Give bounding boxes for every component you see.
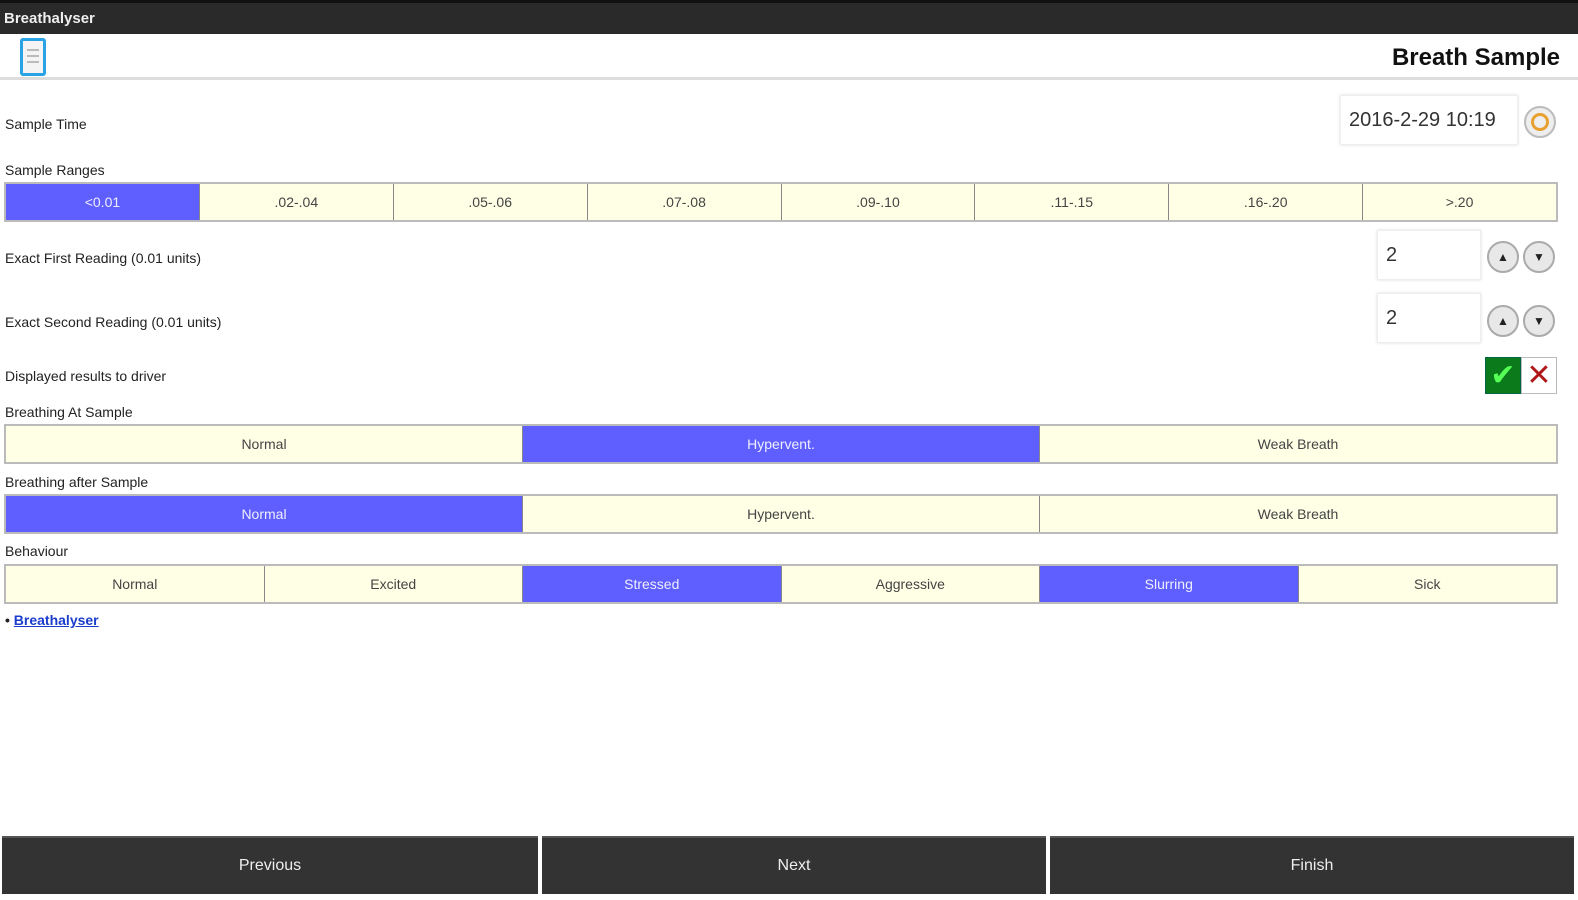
second-reading-value: 2 <box>1386 306 1398 329</box>
previous-button[interactable]: Previous <box>2 836 538 894</box>
option-sample-ranges[interactable]: .16-.20 <box>1169 184 1364 220</box>
first-reading-label: Exact First Reading (0.01 units) <box>5 250 202 266</box>
breathing-at-label: Breathing At Sample <box>5 404 133 420</box>
finish-button[interactable]: Finish <box>1050 836 1574 894</box>
option-sample-ranges[interactable]: .09-.10 <box>782 184 976 220</box>
sample-ranges-selector: <0.01.02-.04.05-.06.07-.08.09-.10.11-.15… <box>4 182 1558 222</box>
option-breathing-after[interactable]: Weak Breath <box>1040 496 1556 532</box>
arrow-down-icon: ▼ <box>1533 314 1545 328</box>
sample-time-value: 2016-2-29 10:19 <box>1349 108 1496 131</box>
breadcrumb-link[interactable]: Breathalyser <box>14 612 99 628</box>
first-reading-value: 2 <box>1386 243 1398 266</box>
sample-time-label: Sample Time <box>5 116 87 132</box>
second-reading-label: Exact Second Reading (0.01 units) <box>5 314 222 330</box>
breadcrumb-bullet: • <box>5 612 10 628</box>
document-icon <box>20 38 46 76</box>
breathing-at-selector: Normal Hypervent. Weak Breath <box>4 424 1558 464</box>
app-title-bar: Breathalyser <box>0 0 1578 34</box>
first-reading-increment-button[interactable]: ▲ <box>1487 241 1519 273</box>
sample-ranges-label: Sample Ranges <box>5 162 105 178</box>
no-toggle[interactable]: ✕ <box>1521 357 1557 394</box>
option-sample-ranges[interactable]: .02-.04 <box>200 184 394 220</box>
arrow-up-icon: ▲ <box>1497 314 1509 328</box>
option-breathing-at[interactable]: Normal <box>6 426 523 462</box>
time-picker-button[interactable] <box>1524 106 1556 138</box>
behaviour-selector: Normal Excited Stressed Aggressive Slurring S… <box>4 564 1558 604</box>
option-behaviour[interactable]: Normal <box>6 566 265 602</box>
header: Breath Sample <box>0 34 1578 80</box>
option-breathing-at[interactable]: Weak Breath <box>1040 426 1556 462</box>
option-behaviour[interactable]: Sick <box>1299 566 1557 602</box>
page-title: Breath Sample <box>1391 44 1560 71</box>
option-breathing-after[interactable]: Hypervent. <box>523 496 1040 532</box>
arrow-up-icon: ▲ <box>1497 250 1509 264</box>
option-behaviour[interactable]: Stressed <box>523 566 782 602</box>
breathing-after-selector: Normal Hypervent. Weak Breath <box>4 494 1558 534</box>
next-button[interactable]: Next <box>542 836 1046 894</box>
checkmark-icon: ✔ <box>1490 359 1516 392</box>
breadcrumb: • Breathalyser <box>5 612 99 628</box>
clock-icon <box>1531 113 1549 131</box>
first-reading-decrement-button[interactable]: ▼ <box>1523 241 1555 273</box>
option-sample-ranges[interactable]: .11-.15 <box>975 184 1170 220</box>
behaviour-label: Behaviour <box>5 543 69 559</box>
option-behaviour[interactable]: Slurring <box>1040 566 1299 602</box>
sample-time-field[interactable]: 2016-2-29 10:19 <box>1340 95 1518 145</box>
yes-toggle[interactable]: ✔ <box>1485 357 1521 394</box>
option-sample-ranges[interactable]: >.20 <box>1363 184 1556 220</box>
option-sample-ranges[interactable]: .05-.06 <box>394 184 588 220</box>
second-reading-decrement-button[interactable]: ▼ <box>1523 305 1555 337</box>
second-reading-input[interactable]: 2 <box>1377 293 1481 343</box>
option-breathing-at[interactable]: Hypervent. <box>523 426 1040 462</box>
close-icon: ✕ <box>1526 359 1552 392</box>
footer-nav: Previous Next Finish <box>0 836 1578 894</box>
displayed-results-label: Displayed results to driver <box>5 368 167 384</box>
option-behaviour[interactable]: Aggressive <box>782 566 1040 602</box>
option-behaviour[interactable]: Excited <box>265 566 523 602</box>
arrow-down-icon: ▼ <box>1533 250 1545 264</box>
second-reading-increment-button[interactable]: ▲ <box>1487 305 1519 337</box>
option-sample-ranges[interactable]: <0.01 <box>6 184 200 220</box>
first-reading-input[interactable]: 2 <box>1377 230 1481 280</box>
option-breathing-after[interactable]: Normal <box>6 496 523 532</box>
app-title: Breathalyser <box>4 10 95 27</box>
breathing-after-label: Breathing after Sample <box>5 474 149 490</box>
option-sample-ranges[interactable]: .07-.08 <box>588 184 782 220</box>
